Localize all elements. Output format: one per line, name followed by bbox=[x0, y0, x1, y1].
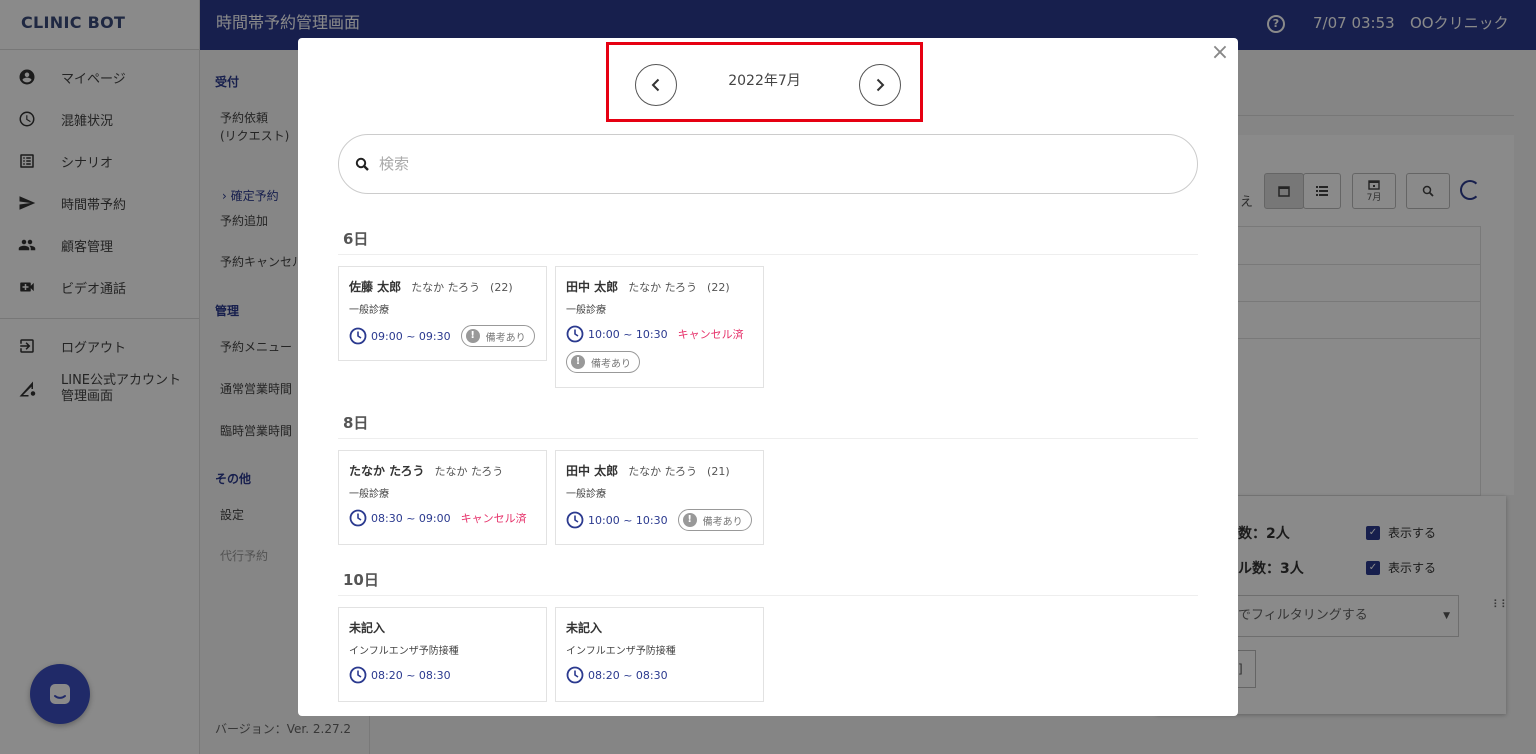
day-divider bbox=[338, 254, 1198, 255]
note-badge[interactable]: ! 備考あり bbox=[566, 351, 640, 373]
cancelled-status: キャンセル済 bbox=[460, 512, 527, 525]
reservation-time: 08:20 ~ 08:30 bbox=[371, 668, 451, 682]
reservation-menu: 一般診療 bbox=[566, 489, 606, 500]
reservation-card[interactable]: たなか たろう たなか たろう 一般診療 08:30 ~ 09:00 キャンセル… bbox=[338, 450, 547, 545]
next-month-button[interactable] bbox=[859, 64, 901, 106]
reservation-card[interactable]: 未記入 インフルエンザ予防接種 08:20 ~ 08:30 bbox=[338, 607, 547, 702]
patient-name: 佐藤 太郎 bbox=[349, 280, 402, 294]
clock-icon bbox=[349, 327, 367, 345]
cancelled-status: キャンセル済 bbox=[677, 328, 744, 341]
patient-kana: たなか たろう bbox=[434, 465, 504, 478]
note-badge-label: 備考あり bbox=[702, 516, 743, 528]
reservation-time: 08:30 ~ 09:00 bbox=[371, 511, 451, 525]
reservation-time: 10:00 ~ 10:30 bbox=[588, 327, 668, 341]
close-icon[interactable]: × bbox=[1210, 42, 1230, 64]
reservation-card[interactable]: 田中 太郎 たなか たろう (21) 一般診療 10:00 ~ 10:30 ! 備… bbox=[555, 450, 764, 545]
search-box bbox=[338, 134, 1198, 194]
day-divider bbox=[338, 595, 1198, 596]
reservation-menu: 一般診療 bbox=[349, 489, 389, 500]
note-badge[interactable]: ! 備考あり bbox=[460, 325, 535, 347]
patient-kana: たなか たろう bbox=[411, 281, 481, 294]
clock-icon bbox=[566, 325, 584, 343]
patient-kana: たなか たろう bbox=[628, 281, 698, 294]
reservation-time: 08:20 ~ 08:30 bbox=[588, 668, 668, 682]
chevron-right-icon bbox=[876, 78, 885, 92]
note-badge[interactable]: ! 備考あり bbox=[677, 509, 752, 531]
patient-age: (22) bbox=[490, 281, 513, 294]
patient-age: (21) bbox=[707, 465, 730, 478]
exclamation-icon: ! bbox=[682, 513, 697, 527]
patient-kana: たなか たろう bbox=[628, 465, 698, 478]
patient-name: 田中 太郎 bbox=[566, 280, 619, 294]
reservation-menu: インフルエンザ予防接種 bbox=[566, 646, 676, 657]
note-badge-label: 備考あり bbox=[485, 332, 526, 344]
patient-name: 未記入 bbox=[349, 621, 386, 635]
note-badge-label: 備考あり bbox=[591, 358, 631, 370]
reservation-list-modal: × 2022年7月 6日 佐藤 太郎 たなか たろう (22) 一般診療 09:… bbox=[298, 38, 1238, 716]
month-navigator-highlight: 2022年7月 bbox=[606, 42, 923, 122]
exclamation-icon: ! bbox=[465, 329, 480, 343]
reservation-time: 10:00 ~ 10:30 bbox=[588, 513, 668, 527]
reservation-time: 09:00 ~ 09:30 bbox=[371, 329, 451, 343]
reservation-menu: 一般診療 bbox=[566, 305, 606, 316]
clock-icon bbox=[349, 666, 367, 684]
day-heading: 10日 bbox=[343, 571, 379, 589]
exclamation-icon: ! bbox=[571, 355, 585, 369]
patient-name: たなか たろう bbox=[349, 464, 425, 478]
reservation-card[interactable]: 未記入 インフルエンザ予防接種 08:20 ~ 08:30 bbox=[555, 607, 764, 702]
search-input[interactable] bbox=[379, 155, 1159, 173]
patient-age: (22) bbox=[707, 281, 730, 294]
reservation-menu: インフルエンザ予防接種 bbox=[349, 646, 459, 657]
search-icon bbox=[355, 157, 369, 171]
clock-icon bbox=[566, 511, 584, 529]
day-heading: 6日 bbox=[343, 230, 369, 248]
patient-name: 田中 太郎 bbox=[566, 464, 619, 478]
patient-name: 未記入 bbox=[566, 621, 603, 635]
day-heading: 8日 bbox=[343, 414, 369, 432]
clock-icon bbox=[566, 666, 584, 684]
reservation-card[interactable]: 田中 太郎 たなか たろう (22) 一般診療 10:00 ~ 10:30 キャ… bbox=[555, 266, 764, 388]
reservation-card[interactable]: 佐藤 太郎 たなか たろう (22) 一般診療 09:00 ~ 09:30 ! 備… bbox=[338, 266, 547, 361]
reservation-menu: 一般診療 bbox=[349, 305, 389, 316]
day-divider bbox=[338, 438, 1198, 439]
clock-icon bbox=[349, 509, 367, 527]
